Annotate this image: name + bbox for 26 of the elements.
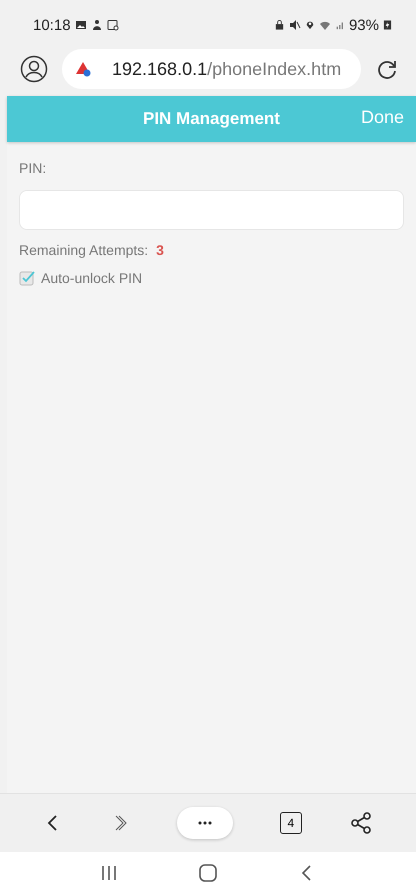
gallery-icon	[74, 19, 87, 31]
figure-icon	[90, 19, 103, 31]
attempts-label: Remaining Attempts:	[19, 242, 148, 258]
attempts-count: 3	[156, 242, 164, 258]
warning-icon	[76, 61, 92, 77]
location-icon	[304, 19, 315, 31]
more-icon	[196, 821, 213, 825]
tabs-button[interactable]: 4	[280, 812, 302, 834]
battery-percentage: 93%	[348, 16, 379, 34]
share-icon[interactable]	[348, 811, 373, 835]
auto-unlock-label: Auto-unlock PIN	[41, 270, 142, 286]
wifi-icon	[318, 19, 331, 31]
url-path: /phoneIndex.htm	[207, 58, 342, 80]
profile-icon[interactable]	[20, 55, 48, 83]
pin-field[interactable]	[19, 190, 404, 230]
page-title: PIN Management	[143, 109, 280, 129]
mute-icon	[288, 19, 301, 31]
address-bar[interactable]: 192.168.0.1/phoneIndex.htm	[62, 49, 361, 89]
home-icon[interactable]	[198, 863, 218, 883]
screen-icon	[106, 19, 119, 31]
lock-icon	[274, 19, 285, 31]
checkbox[interactable]	[19, 270, 35, 286]
pin-label: PIN:	[19, 160, 48, 176]
status-time: 10:18	[33, 16, 71, 34]
url-host: 192.168.0.1	[112, 58, 208, 78]
battery-icon	[383, 19, 392, 31]
